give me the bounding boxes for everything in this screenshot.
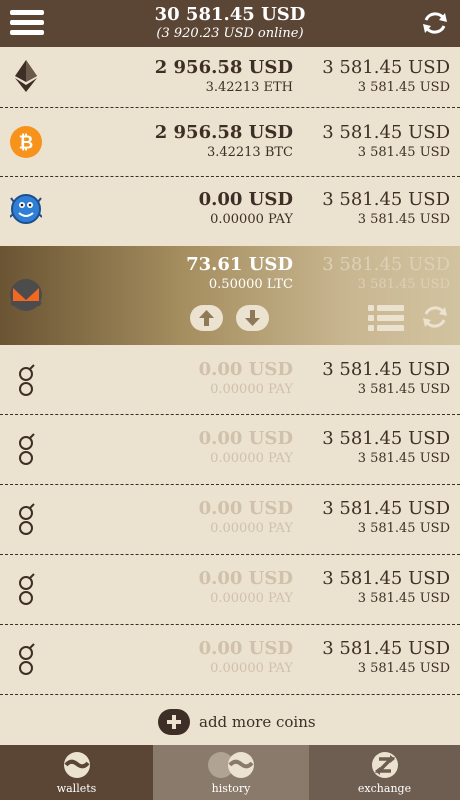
app-header: 30 581.45 USD (3 920.23 USD online) (0, 0, 460, 47)
coin-price: 3 581.45 USD (322, 568, 450, 589)
history-icon (208, 752, 254, 778)
online-balance: (3 920.23 USD online) (156, 26, 304, 41)
wallet-amount: 0.00000 PAY (210, 661, 293, 676)
ethereum-icon (15, 60, 37, 92)
coin-price: 3 581.45 USD (322, 498, 450, 519)
exchange-icon (371, 752, 398, 778)
coin-price-sub: 3 581.45 USD (357, 591, 450, 606)
wallet-amount: 0.00000 PAY (210, 382, 293, 397)
wallet-row-golem[interactable]: 0.00 USD 0.00000 PAY 3 581.45 USD 3 581.… (0, 345, 460, 415)
wallet-usd: 73.61 USD (186, 254, 293, 275)
coin-price: 3 581.45 USD (322, 428, 450, 449)
wallet-usd: 2 956.58 USD (154, 122, 293, 143)
coin-price: 3 581.45 USD (322, 359, 450, 380)
add-more-coins-button[interactable]: add more coins (158, 708, 316, 736)
wallet-amount: 3.42213 ETH (205, 80, 293, 95)
golem-icon (19, 503, 35, 535)
coin-price-sub: 3 581.45 USD (357, 521, 450, 536)
golem-icon (19, 364, 35, 396)
plus-icon (158, 709, 190, 735)
tab-label: exchange (357, 782, 412, 795)
coin-price: 3 581.45 USD (322, 189, 450, 210)
wallet-amount: 0.50000 LTC (208, 277, 293, 292)
wallet-usd: 0.00 USD (198, 428, 293, 449)
bitcoin-icon: ₿ (10, 126, 42, 158)
wallet-usd: 2 956.58 USD (154, 57, 293, 78)
tab-bar: wallets history exchange (0, 745, 460, 800)
golem-icon (19, 643, 35, 675)
coin-price-sub: 3 581.45 USD (357, 212, 450, 227)
wallet-row-golem[interactable]: 0.00 USD 0.00000 PAY 3 581.45 USD 3 581.… (0, 555, 460, 625)
tenx-pay-icon (10, 194, 42, 224)
wallets-icon (63, 752, 90, 778)
wallet-amount: 0.00000 PAY (210, 521, 293, 536)
coin-price-sub: 3 581.45 USD (357, 382, 450, 397)
wallet-row-selected[interactable]: 73.61 USD 0.50000 LTC 3 581.45 USD 3 581… (0, 246, 460, 345)
wallet-usd: 0.00 USD (198, 359, 293, 380)
wallet-row-golem[interactable]: 0.00 USD 0.00000 PAY 3 581.45 USD 3 581.… (0, 485, 460, 555)
wallet-usd: 0.00 USD (198, 568, 293, 589)
wallet-amount: 0.00000 PAY (210, 212, 293, 227)
tab-label: history (211, 782, 251, 795)
coin-price-sub: 3 581.45 USD (357, 277, 450, 292)
wallet-amount: 0.00000 PAY (210, 591, 293, 606)
wallet-row-pay[interactable]: 0.00 USD 0.00000 PAY 3 581.45 USD 3 581.… (0, 177, 460, 246)
coin-price: 3 581.45 USD (322, 57, 450, 78)
wallet-row-golem[interactable]: 0.00 USD 0.00000 PAY 3 581.45 USD 3 581.… (0, 625, 460, 695)
refresh-icon[interactable] (420, 8, 450, 38)
tab-exchange[interactable]: exchange (309, 745, 460, 800)
row-divider (0, 694, 460, 695)
wallet-row-eth[interactable]: 2 956.58 USD 3.42213 ETH 3 581.45 USD 3 … (0, 47, 460, 108)
coin-price: 3 581.45 USD (322, 122, 450, 143)
golem-icon (19, 433, 35, 465)
add-more-coins-label: add more coins (199, 713, 316, 731)
coin-price-sub: 3 581.45 USD (357, 80, 450, 95)
tab-label: wallets (56, 782, 97, 795)
receive-button[interactable] (236, 305, 269, 331)
wallet-amount: 0.00000 PAY (210, 451, 293, 466)
coin-price-sub: 3 581.45 USD (357, 145, 450, 160)
svg-text:₿: ₿ (19, 133, 34, 154)
wallet-usd: 0.00 USD (198, 189, 293, 210)
tab-history[interactable]: history (153, 745, 309, 800)
list-icon[interactable] (368, 304, 404, 332)
wallet-usd: 0.00 USD (198, 638, 293, 659)
monero-icon (10, 279, 42, 311)
golem-icon (19, 573, 35, 605)
wallet-amount: 3.42213 BTC (206, 145, 293, 160)
coin-price: 3 581.45 USD (322, 254, 450, 275)
wallet-row-btc[interactable]: ₿ 2 956.58 USD 3.42213 BTC 3 581.45 USD … (0, 108, 460, 177)
coin-price-sub: 3 581.45 USD (357, 451, 450, 466)
tab-wallets[interactable]: wallets (0, 745, 153, 800)
coin-price-sub: 3 581.45 USD (357, 661, 450, 676)
send-button[interactable] (190, 305, 223, 331)
total-balance: 30 581.45 USD (154, 4, 306, 25)
wallet-row-golem[interactable]: 0.00 USD 0.00000 PAY 3 581.45 USD 3 581.… (0, 415, 460, 485)
refresh-icon[interactable] (420, 302, 450, 332)
wallet-usd: 0.00 USD (198, 498, 293, 519)
coin-price: 3 581.45 USD (322, 638, 450, 659)
